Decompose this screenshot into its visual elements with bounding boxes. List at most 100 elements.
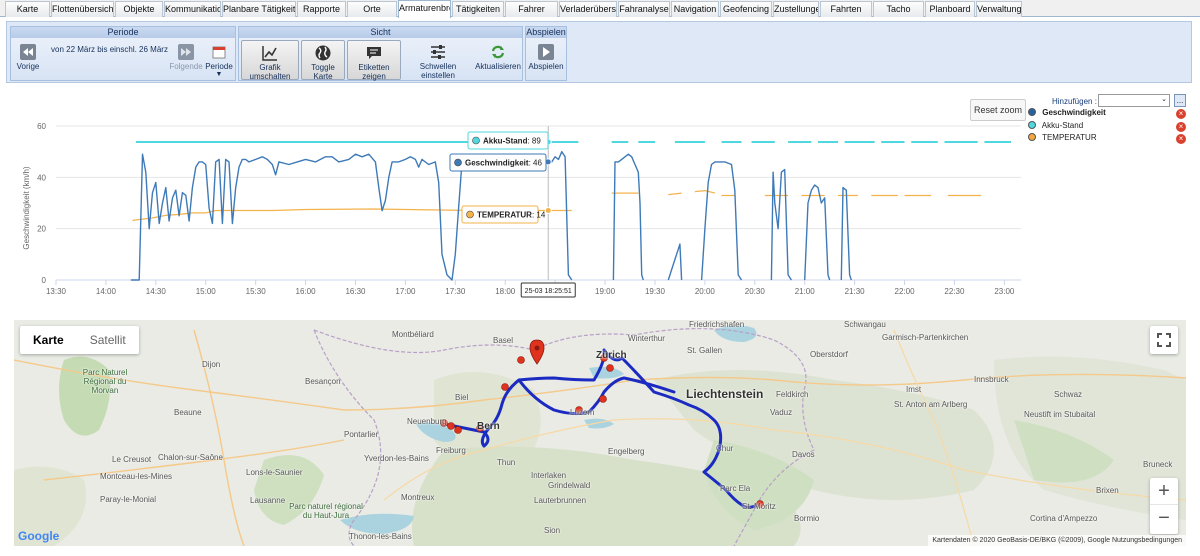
add-series-button[interactable]: ... [1174,94,1186,107]
previous-period-button[interactable]: Vorige [13,40,43,80]
x-tick-label: 21:00 [795,287,816,296]
toggle-map-button[interactable]: Toggle Karte [301,40,345,81]
tab-verladeruebersicht[interactable]: Verladerübersicht [559,1,617,17]
route-map[interactable]: Liechtenstein Zürich Bern Montbéliard Ba… [14,320,1186,546]
show-labels-button[interactable]: Etiketten zeigen [347,40,401,81]
set-thresholds-button[interactable]: Schwellen einstellen [404,40,472,80]
tab-geofencing[interactable]: Geofencing [720,1,772,17]
map-label: Engelberg [608,447,645,456]
y-tick-label: 0 [42,276,47,285]
refresh-button[interactable]: Aktualisieren [474,40,522,80]
toggle-map-label: Toggle Karte [311,63,335,81]
map-label: Le Creusot [112,455,152,464]
zoom-in-button[interactable]: + [1150,478,1178,505]
map-label: Dijon [202,360,221,369]
map-type-map-button[interactable]: Karte [20,326,77,354]
periode-group: Periode Vorige von 22 März bis einschl. … [10,26,236,81]
legend-item-geschwindigkeit[interactable]: Geschwindigkeit [1028,108,1106,120]
map-label: Neustift im Stubaital [1024,410,1096,419]
map-label: Vaduz [770,408,793,417]
map-label: Davos [792,450,815,459]
map-label: Liechtenstein [686,387,764,401]
map-label: Lauterbrunnen [534,496,587,505]
chart-panel: 0 20 40 60 13:30 14:00 14:30 15:00 15:30 16:00 16… [6,90,1196,302]
tab-karte[interactable]: Karte [5,1,50,17]
tooltip-color-dot [466,210,474,219]
sicht-group: Sicht Grafik umschalten Toggle Karte Eti… [238,26,523,81]
map-label: Feldkirch [776,390,809,399]
map-label: Schwangau [844,320,886,329]
map-attribution[interactable]: Kartendaten © 2020 GeoBasis-DE/BKG (©200… [928,535,1186,546]
legend-label: Geschwindigkeit [1042,108,1106,117]
remove-series-icon[interactable]: × [1176,122,1186,132]
map-type-control: Karte Satellit [20,326,139,354]
map-label: Montbéliard [392,330,434,339]
crosshair-time-label: 25-03 18:25:51 [525,288,572,295]
tab-armaturenbrett[interactable]: Armaturenbrett [398,0,451,18]
reset-zoom-button[interactable]: Reset zoom [970,99,1026,121]
tab-fahrten[interactable]: Fahrten [820,1,872,17]
x-tick-label: 15:30 [246,287,267,296]
tab-planbare-taetigkeiten[interactable]: Planbare Tätigkeiten [222,1,296,17]
tab-flottenuebersicht[interactable]: Flottenübersicht [51,1,114,17]
x-tick-label: 15:00 [196,287,217,296]
map-label: Thonon-les-Bains [349,532,412,541]
map-label: Chalon-sur-Saône [158,453,223,462]
tab-orte[interactable]: Orte [347,1,397,17]
comment-icon [367,47,381,59]
remove-series-icon[interactable]: × [1176,134,1186,144]
legend-label: Akku-Stand [1041,121,1084,130]
tooltip-text: Akku-Stand: 89 [483,137,541,146]
map-label: Basel [493,336,514,345]
x-tick-label: 13:30 [46,287,67,296]
tab-kommunikation[interactable]: Kommunikation [164,1,221,17]
fullscreen-button[interactable] [1150,326,1178,354]
period-dropdown-button[interactable]: Periode ▼ [204,40,234,80]
map-label: Brixen [1096,486,1119,495]
map-label: Grindelwald [548,481,591,490]
tab-zustellungen[interactable]: Zustellungen [773,1,819,17]
tab-planboard[interactable]: Planboard [925,1,975,17]
x-tick-label: 14:30 [146,287,167,296]
zoom-out-button[interactable]: − [1150,505,1178,533]
x-tick-label: 14:00 [96,287,117,296]
map-label: Parc naturel régional du Haut-Jura [289,502,363,520]
x-tick-label: 19:30 [645,287,666,296]
abspielen-group: Abspielen Abspielen [525,26,567,81]
map-label: Zürich [596,350,627,361]
speed-chart[interactable]: 0 20 40 60 13:30 14:00 14:30 15:00 15:30 16:00 16… [6,90,1026,302]
chevron-down-icon: ⌄ [1161,96,1167,103]
map-type-satellite-button[interactable]: Satellit [77,326,139,354]
calendar-icon [212,46,226,59]
period-dropdown-label: Periode [205,62,233,71]
add-series-select[interactable]: ⌄ [1098,94,1170,107]
tab-fahranalyse[interactable]: Fahranalyse [618,1,670,17]
series-line-temperatur [132,190,982,221]
fullscreen-icon [1157,333,1171,347]
play-button[interactable]: Abspielen [528,40,564,80]
tab-verwaltung[interactable]: Verwaltung [976,1,1022,17]
next-period-button[interactable]: Folgende [169,40,203,80]
refresh-icon [491,45,505,59]
legend-item-temperatur[interactable]: TEMPERATUR [1028,133,1097,145]
tab-tacho[interactable]: Tacho [873,1,924,17]
tab-navigation[interactable]: Navigation [671,1,719,17]
zoom-control: + − [1150,478,1178,534]
x-tick-label: 20:30 [745,287,766,296]
map-label: Imst [906,385,922,394]
toggle-chart-button[interactable]: Grafik umschalten [241,40,299,81]
chart-series [130,141,1011,281]
tab-taetigkeiten[interactable]: Tätigkeiten [452,1,504,17]
map-label: Parc Ela [720,484,751,493]
tab-objekte[interactable]: Objekte [115,1,163,17]
legend-item-akku-stand[interactable]: Akku-Stand [1028,121,1083,133]
tab-rapporte[interactable]: Rapporte [297,1,346,17]
tab-fahrer[interactable]: Fahrer [505,1,558,17]
map-label: St. Moritz [742,502,776,511]
x-tick-label: 22:30 [944,287,965,296]
set-thresholds-label: Schwellen einstellen [419,62,457,80]
chevron-down-icon: ▼ [215,71,223,78]
map-label: Bern [477,421,500,432]
map-label: Winterthur [628,334,665,343]
remove-series-icon[interactable]: × [1176,109,1186,119]
